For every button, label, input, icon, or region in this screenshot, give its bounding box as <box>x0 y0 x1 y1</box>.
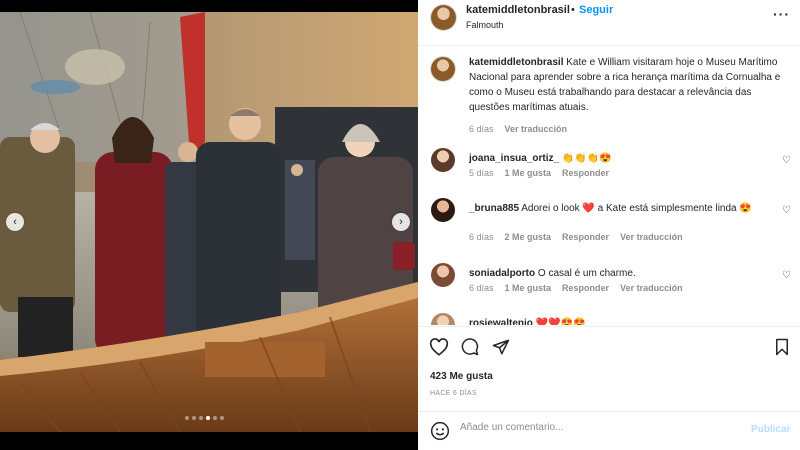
author-username[interactable]: katemiddletonbrasil <box>466 4 570 16</box>
add-comment-bar: Publicar <box>418 411 800 450</box>
author-avatar[interactable] <box>431 5 456 30</box>
like-heart-icon[interactable] <box>429 338 449 361</box>
commenter-avatar[interactable] <box>431 198 455 222</box>
comments-list: katemiddletonbrasil Kate e William visit… <box>418 47 800 325</box>
comment-time: 5 días <box>469 168 494 178</box>
commenter-avatar[interactable] <box>431 148 455 172</box>
carousel-dot <box>192 416 196 420</box>
comment-like-heart-icon[interactable]: ♡ <box>782 270 791 281</box>
caption-time: 6 días <box>469 124 494 134</box>
comment-likes[interactable]: 1 Me gusta <box>505 168 552 178</box>
comment-reply-button[interactable]: Responder <box>562 283 609 293</box>
carousel-indicator <box>185 416 224 420</box>
carousel-next-button[interactable]: › <box>392 213 410 231</box>
comment-translate-link[interactable]: Ver traducción <box>620 283 683 293</box>
comment-translate-link[interactable]: Ver traducción <box>620 232 683 242</box>
save-bookmark-icon[interactable] <box>774 338 790 361</box>
comment-time: 6 días <box>469 232 494 242</box>
comment-likes[interactable]: 1 Me gusta <box>505 283 552 293</box>
caption-username[interactable]: katemiddletonbrasil <box>469 57 563 68</box>
post-timestamp: HACE 6 DÍAS <box>430 390 477 397</box>
comment-item: _bruna885 Adorei o look ❤️ a Kate está s… <box>418 198 800 250</box>
comment-meta: 5 días 1 Me gusta Responder <box>469 168 609 178</box>
comment-body: 👏👏👏😍 <box>561 153 612 164</box>
comment-username[interactable]: joana_insua_ortiz_ <box>469 153 559 164</box>
comment-text: soniadalporto O casal é um charme. <box>469 266 769 281</box>
comment-item: soniadalporto O casal é um charme. ♡ 6 d… <box>418 263 800 315</box>
comment-like-heart-icon[interactable]: ♡ <box>782 155 791 166</box>
carousel-dot <box>185 416 189 420</box>
carousel-dot <box>213 416 217 420</box>
carousel-dot <box>220 416 224 420</box>
comment-time: 6 días <box>469 283 494 293</box>
follow-button[interactable]: Seguir <box>579 4 613 16</box>
comment-body: O casal é um charme. <box>537 268 636 279</box>
comment-username[interactable]: rosiewaltenio <box>469 318 533 325</box>
commenter-avatar[interactable] <box>431 313 455 325</box>
post-media: ‹ › <box>0 0 418 450</box>
caption-meta: 6 días Ver traducción <box>469 124 567 134</box>
comment-input[interactable] <box>460 422 740 433</box>
carousel-dot <box>206 416 210 420</box>
caption-text: katemiddletonbrasil Kate e William visit… <box>469 55 787 115</box>
museum-photo-illustration <box>0 12 418 432</box>
comment-username[interactable]: soniadalporto <box>469 268 535 279</box>
comment-like-heart-icon[interactable]: ♡ <box>782 205 791 216</box>
comment-reply-button[interactable]: Responder <box>562 232 609 242</box>
post-header: katemiddletonbrasil • Seguir Falmouth ··… <box>418 0 800 46</box>
comment-meta: 6 días 1 Me gusta Responder Ver traducci… <box>469 283 683 293</box>
comment-text: _bruna885 Adorei o look ❤️ a Kate está s… <box>469 201 769 216</box>
comment-bubble-icon[interactable] <box>460 338 480 361</box>
comment-text: joana_insua_ortiz_ 👏👏👏😍 <box>469 151 769 166</box>
caption-avatar[interactable] <box>431 57 455 81</box>
likes-count[interactable]: 423 Me gusta <box>430 371 493 382</box>
emoji-smile-icon[interactable] <box>430 421 450 446</box>
carousel-prev-button[interactable]: ‹ <box>6 213 24 231</box>
caption-translate-link[interactable]: Ver traducción <box>505 124 568 134</box>
comment-body: Adorei o look ❤️ a Kate está simplesment… <box>521 203 752 214</box>
more-dots-icon[interactable]: ··· <box>773 6 790 22</box>
post-side-panel: katemiddletonbrasil • Seguir Falmouth ··… <box>418 0 800 450</box>
post-location[interactable]: Falmouth <box>466 20 504 30</box>
header-separator: • <box>571 4 575 16</box>
comment-reply-button[interactable]: Responder <box>562 168 609 178</box>
comment-body: ❤️❤️😍😍 <box>535 318 586 325</box>
comment-likes[interactable]: 2 Me gusta <box>505 232 552 242</box>
comment-text: rosiewaltenio ❤️❤️😍😍 <box>469 316 769 325</box>
post-photo <box>0 12 418 432</box>
comment-username[interactable]: _bruna885 <box>469 203 519 214</box>
comment-meta: 6 días 2 Me gusta Responder Ver traducci… <box>469 232 683 242</box>
commenter-avatar[interactable] <box>431 263 455 287</box>
comment-item: rosiewaltenio ❤️❤️😍😍 <box>418 313 800 325</box>
post-actions: 423 Me gusta HACE 6 DÍAS <box>418 326 800 410</box>
publish-button[interactable]: Publicar <box>751 424 790 435</box>
carousel-dot <box>199 416 203 420</box>
share-paper-plane-icon[interactable] <box>491 338 511 361</box>
comment-item: joana_insua_ortiz_ 👏👏👏😍 ♡ 5 días 1 Me gu… <box>418 148 800 200</box>
